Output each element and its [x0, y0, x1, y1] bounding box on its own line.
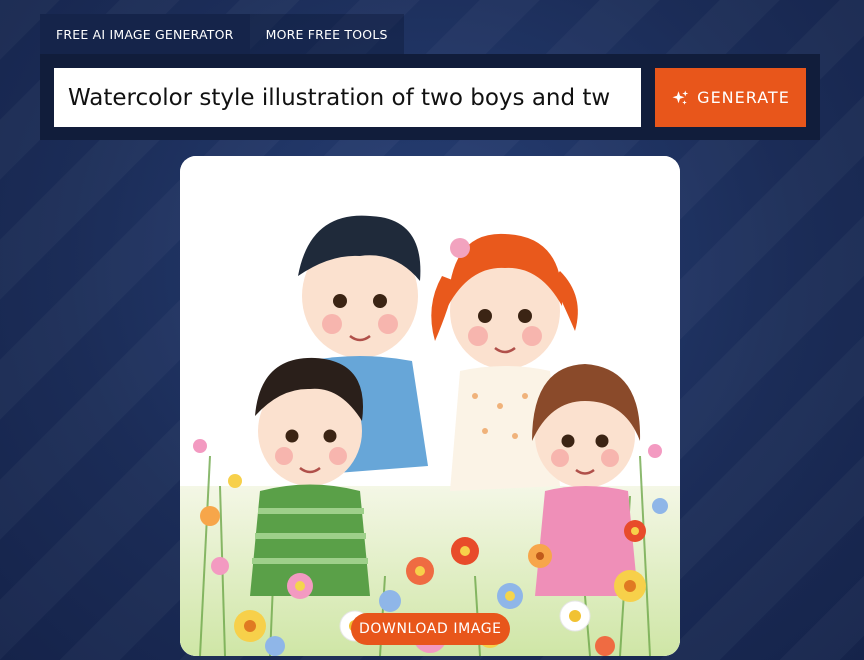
tab-more-free-tools[interactable]: MORE FREE TOOLS	[249, 14, 404, 54]
generator-panel: GENERATE	[40, 54, 820, 140]
generate-button[interactable]: GENERATE	[655, 68, 806, 127]
generate-label: GENERATE	[697, 88, 790, 107]
generated-image	[180, 156, 680, 656]
download-image-button[interactable]: DOWNLOAD IMAGE	[351, 613, 510, 645]
generated-image-card: DOWNLOAD IMAGE	[180, 156, 680, 656]
tab-free-ai-image-generator[interactable]: FREE AI IMAGE GENERATOR	[40, 14, 250, 54]
prompt-input[interactable]	[54, 68, 641, 127]
tab-bar: FREE AI IMAGE GENERATOR MORE FREE TOOLS	[40, 14, 404, 54]
sparkle-icon	[672, 90, 689, 105]
